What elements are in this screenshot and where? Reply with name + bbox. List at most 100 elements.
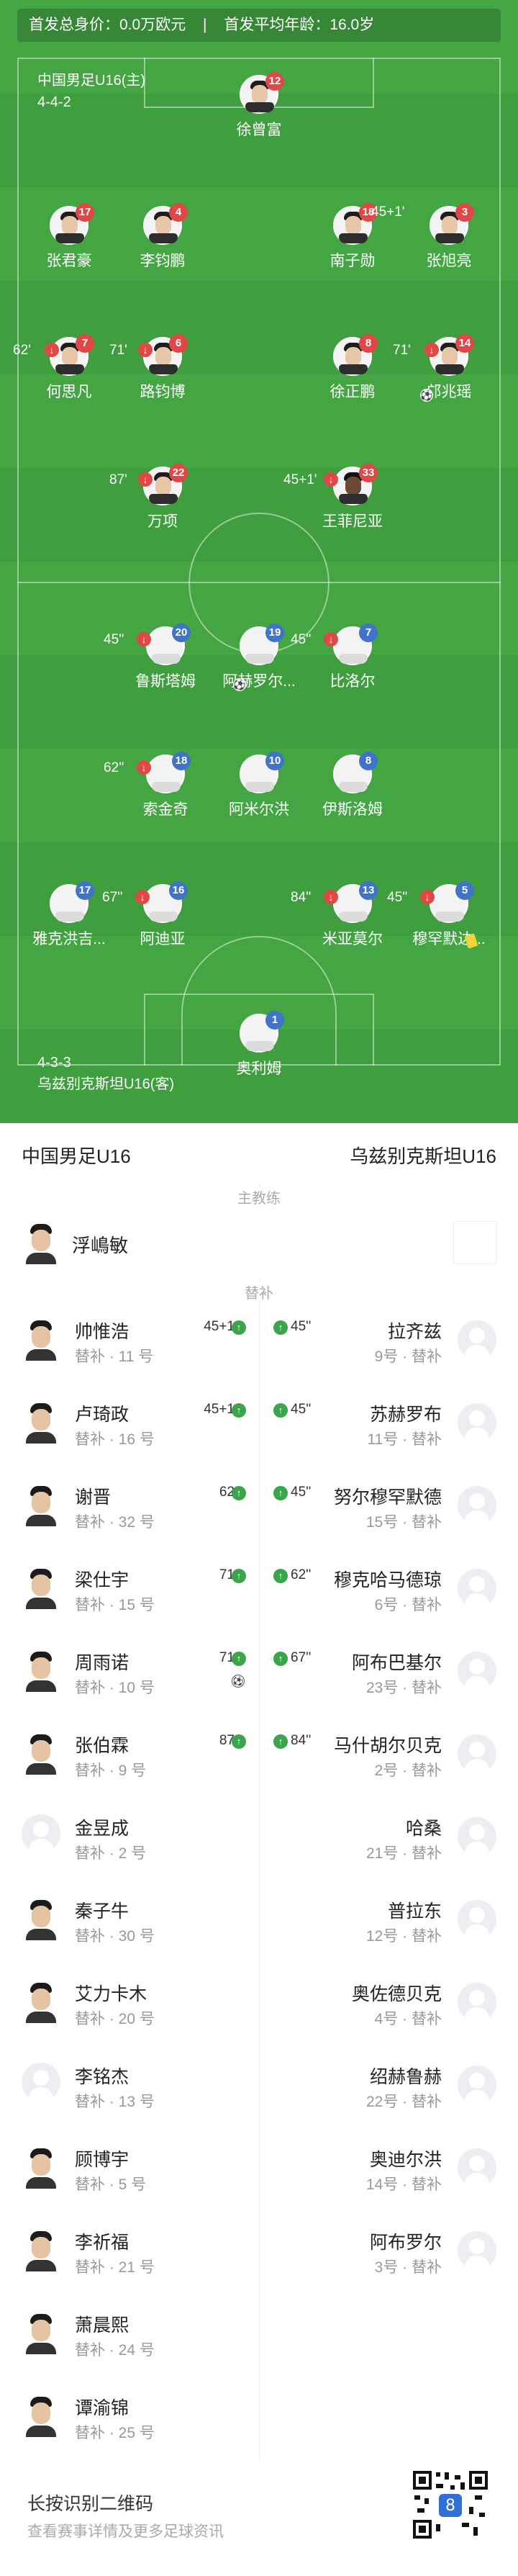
player-away-def-4[interactable]: 5 45'' ↓ 穆罕默达... <box>387 881 506 949</box>
player-avatar-placeholder <box>458 1817 496 1856</box>
sub-row[interactable]: 张伯霖 替补 · 9 号 87 ↑ ↑ 84'' 马什胡尔贝克 2号 · 替补 <box>0 1716 518 1798</box>
away-sub-time: 45'' <box>291 1402 312 1417</box>
coach-section-title: 主教练 <box>223 1186 295 1207</box>
sub-in-icon: ↑ <box>232 1734 246 1749</box>
home-sub-meta: 替补 · 11 号 <box>75 1348 154 1365</box>
player-home-def-4[interactable]: 3 张旭亮 <box>391 203 506 271</box>
sub-out-time: 71' <box>109 343 127 358</box>
home-sub-name[interactable]: 卢琦政 <box>75 1400 129 1426</box>
svg-text:8: 8 <box>445 2497 455 2515</box>
player-away-gk[interactable]: 1 奥利姆 <box>201 1011 317 1078</box>
player-name: 王菲尼亚 <box>322 513 383 530</box>
home-sub-name[interactable]: 萧晨熙 <box>75 2311 129 2337</box>
shirt-number: 33 <box>359 464 378 482</box>
player-away-fw-3[interactable]: 7 45'' ↓ 比洛尔 <box>291 623 410 691</box>
away-sub-name[interactable]: 阿布罗尔 <box>370 2228 442 2254</box>
player-avatar: 12 <box>240 72 284 114</box>
player-home-mid-2[interactable]: 6 71' ↓ 路钧博 <box>105 334 220 402</box>
away-sub-name[interactable]: 苏赫罗布 <box>370 1400 442 1426</box>
sub-row[interactable]: 艾力卡木 替补 · 20 号 奥佐德贝克 4号 · 替补 <box>0 1964 518 2047</box>
home-sub-name[interactable]: 李祈福 <box>75 2228 129 2254</box>
home-sub-name[interactable]: 李铭杰 <box>75 2063 129 2089</box>
sub-out-time: 62'' <box>104 760 124 775</box>
sub-row[interactable]: 金昱成 替补 · 2 号 哈桑 21号 · 替补 <box>0 1798 518 1881</box>
player-avatar: 5 <box>430 881 474 923</box>
team-headers: 中国男足U16 乌兹别克斯坦U16 <box>0 1123 518 1184</box>
player-avatar: 10 <box>240 752 284 793</box>
away-sub-meta: 12号 · 替补 <box>365 1928 442 1945</box>
player-home-def-2[interactable]: 4 李钧鹏 <box>105 203 220 271</box>
home-sub-name[interactable]: 秦子牛 <box>75 1897 129 1923</box>
home-sub-name[interactable]: 张伯霖 <box>75 1731 129 1757</box>
sub-out-icon: ↓ <box>324 890 338 904</box>
player-away-def-2[interactable]: 16 67'' ↓ 阿迪亚 <box>102 881 220 949</box>
sub-row[interactable]: 卢琦政 替补 · 16 号 45+1 ↑ ↑ 45'' 苏赫罗布 11号 · 替… <box>0 1384 518 1467</box>
player-home-gk[interactable]: 12 徐曾富 <box>201 72 317 140</box>
player-avatar <box>22 1980 60 2023</box>
away-sub-name[interactable]: 马什胡尔贝克 <box>334 1731 442 1757</box>
player-avatar: 16 <box>143 881 188 923</box>
player-avatar <box>22 1649 60 1692</box>
home-sub-name[interactable]: 谢晋 <box>75 1483 111 1509</box>
away-sub-meta: 3号 · 替补 <box>374 2259 442 2276</box>
home-sub-name[interactable]: 帅惟浩 <box>75 1318 129 1343</box>
away-sub-name[interactable]: 穆克哈马德琼 <box>334 1566 442 1592</box>
home-sub-name[interactable]: 金昱成 <box>75 1814 129 1840</box>
sub-out-time: 45'' <box>387 890 408 905</box>
sub-row[interactable]: 谭渝锦 替补 · 25 号 <box>0 2378 518 2461</box>
away-sub-time: 67'' <box>291 1650 312 1665</box>
qr-hint: 长按识别二维码 <box>27 2494 154 2514</box>
qr-code[interactable]: 8 <box>412 2469 489 2540</box>
sub-row[interactable]: 谢晋 替补 · 32 号 62 ↑ ↑ 45'' 努尔穆罕默德 15号 · 替补 <box>0 1467 518 1550</box>
player-avatar-placeholder <box>458 2066 496 2104</box>
away-sub-name[interactable]: 拉齐兹 <box>388 1318 442 1343</box>
player-avatar <box>22 1400 60 1444</box>
home-sub-meta: 替补 · 9 号 <box>75 1762 147 1779</box>
away-sub-name[interactable]: 普拉东 <box>388 1897 442 1923</box>
sub-out-icon: ↓ <box>137 760 151 775</box>
sub-row[interactable]: 梁仕宇 替补 · 15 号 71 ↑ ↑ 62'' 穆克哈马德琼 6号 · 替补 <box>0 1550 518 1633</box>
shirt-number: 4 <box>169 203 188 222</box>
player-home-mid-4[interactable]: 14 71' ↓ ⚽ 邝兆瑶 <box>391 334 506 402</box>
away-sub-name[interactable]: 绍赫鲁赫 <box>370 2063 442 2089</box>
home-sub-name[interactable]: 顾博宇 <box>75 2145 129 2171</box>
player-home-fw-2[interactable]: 33 45+1' ↓ 王菲尼亚 <box>283 464 410 531</box>
qr-subhint: 查看赛事详情及更多足球资讯 <box>27 2523 224 2540</box>
home-sub-name[interactable]: 谭渝锦 <box>75 2394 129 2420</box>
player-avatar-placeholder <box>458 2231 496 2270</box>
sub-row[interactable]: 周雨诺 替补 · 10 号 71 ↑ ⚽ ↑ 67'' 阿布巴基尔 23号 · … <box>0 1633 518 1716</box>
sub-row[interactable]: 李铭杰 替补 · 13 号 绍赫鲁赫 22号 · 替补 <box>0 2047 518 2130</box>
sub-in-icon: ↑ <box>232 1486 246 1500</box>
shirt-number: 20 <box>172 623 191 642</box>
player-away-mid-3[interactable]: 8 伊斯洛姆 <box>295 752 410 819</box>
subs-section-title: 替补 <box>223 1282 295 1302</box>
away-sub-name[interactable]: 阿布巴基尔 <box>352 1649 442 1675</box>
sub-row[interactable]: 秦子牛 替补 · 30 号 普拉东 12号 · 替补 <box>0 1881 518 1964</box>
home-sub-name[interactable]: 梁仕宇 <box>75 1566 129 1592</box>
home-sub-meta: 替补 · 30 号 <box>75 1928 155 1945</box>
player-avatar: 3 <box>430 203 474 245</box>
away-sub-name[interactable]: 奥佐德贝克 <box>352 1980 442 2006</box>
away-sub-name[interactable]: 奥迪尔洪 <box>370 2145 442 2171</box>
shirt-number: 7 <box>359 623 378 642</box>
home-sub-name[interactable]: 艾力卡木 <box>75 1980 147 2006</box>
player-avatar <box>22 1566 60 1609</box>
sub-row[interactable]: 李祈福 替补 · 21 号 阿布罗尔 3号 · 替补 <box>0 2212 518 2295</box>
home-sub-meta: 替补 · 15 号 <box>75 1597 155 1613</box>
goal-ball-icon: ⚽ <box>232 1675 245 1688</box>
home-coach-name[interactable]: 浮嶋敏 <box>72 1231 128 1258</box>
sub-in-icon: ↑ <box>273 1320 288 1335</box>
player-home-fw-1[interactable]: 22 87' ↓ 万项 <box>105 464 220 531</box>
sub-row[interactable]: 萧晨熙 替补 · 24 号 <box>0 2295 518 2378</box>
player-name: 阿迪亚 <box>140 931 186 947</box>
home-sub-name[interactable]: 周雨诺 <box>75 1649 129 1675</box>
away-sub-time: 45'' <box>291 1319 312 1334</box>
sub-row[interactable]: 帅惟浩 替补 · 11 号 45+1 ↑ ↑ 45'' 拉齐兹 9号 · 替补 <box>0 1302 518 1384</box>
player-avatar <box>22 1483 60 1526</box>
home-team-title: 中国男足U16 <box>22 1145 131 1167</box>
away-sub-name[interactable]: 哈桑 <box>406 1814 442 1840</box>
away-sub-name[interactable]: 努尔穆罕默德 <box>334 1483 442 1509</box>
player-name: 徐曾富 <box>236 122 282 138</box>
age-label: 首发平均年龄： <box>224 17 330 33</box>
sub-row[interactable]: 顾博宇 替补 · 5 号 奥迪尔洪 14号 · 替补 <box>0 2130 518 2212</box>
